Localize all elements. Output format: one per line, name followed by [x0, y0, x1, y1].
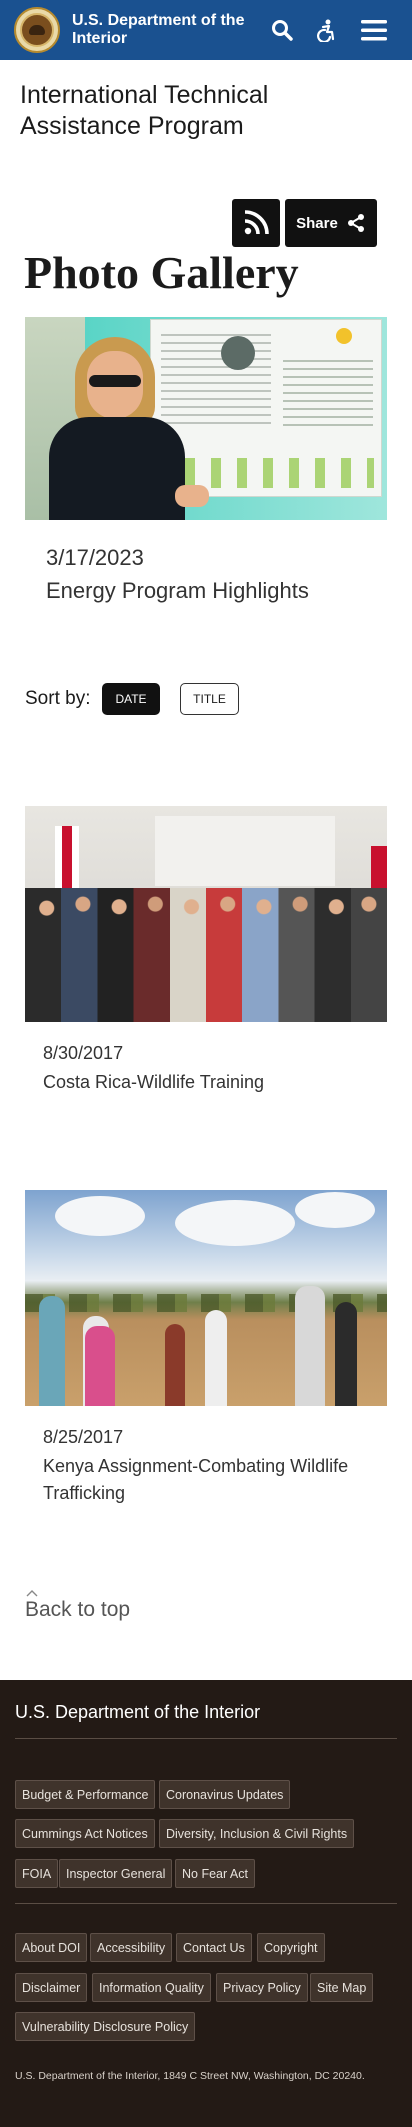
share-icon: [347, 214, 364, 232]
gallery-photo-costa-rica[interactable]: [25, 806, 387, 1022]
footer-link[interactable]: FOIA: [15, 1859, 59, 1888]
footer-link[interactable]: Information Quality: [92, 1973, 211, 2002]
footer-divider: [15, 1738, 397, 1739]
footer-link[interactable]: About DOI: [15, 1933, 88, 1962]
page-title: Photo Gallery: [24, 247, 299, 298]
site-title[interactable]: International Technical Assistance Progr…: [20, 80, 320, 142]
footer-link[interactable]: Site Map: [310, 1973, 374, 2002]
footer-link[interactable]: Inspector General: [59, 1859, 173, 1888]
footer-link[interactable]: Privacy Policy: [216, 1973, 308, 2002]
featured-date: 3/17/2023: [46, 545, 144, 570]
chevron-up-icon: [26, 1590, 38, 1597]
gallery-item-title-link[interactable]: Costa Rica-Wildlife Training: [43, 1069, 383, 1096]
footer-link[interactable]: Cummings Act Notices: [15, 1819, 155, 1848]
rss-icon: [244, 210, 269, 235]
footer-link[interactable]: Accessibility: [90, 1933, 173, 1962]
gallery-item-date: 8/30/2017: [43, 1043, 124, 1063]
featured-title-link[interactable]: Energy Program Highlights: [46, 578, 309, 604]
footer-link[interactable]: Budget & Performance: [15, 1780, 156, 1809]
footer-address: U.S. Department of the Interior, 1849 C …: [15, 2070, 365, 2082]
doi-seal-icon[interactable]: [14, 7, 60, 53]
search-icon[interactable]: [266, 14, 298, 46]
gallery-item-date: 8/25/2017: [43, 1427, 124, 1447]
footer-title[interactable]: U.S. Department of the Interior: [15, 1702, 260, 1723]
footer-link[interactable]: Vulnerability Disclosure Policy: [15, 2012, 196, 2041]
gallery-photo-kenya[interactable]: [25, 1190, 387, 1406]
agency-name[interactable]: U.S. Department of the Interior: [72, 12, 262, 48]
featured-photo[interactable]: [25, 317, 387, 520]
share-button[interactable]: Share: [285, 199, 377, 247]
sort-label: Sort by:: [25, 688, 91, 709]
sort-by-title-button[interactable]: TITLE: [180, 683, 239, 715]
share-label: Share: [296, 214, 338, 232]
footer-link[interactable]: Diversity, Inclusion & Civil Rights: [159, 1819, 355, 1848]
hamburger-menu-icon[interactable]: [358, 14, 390, 46]
footer-link[interactable]: Disclaimer: [15, 1973, 88, 2002]
gallery-item-title-link[interactable]: Kenya Assignment-Combating Wildlife Traf…: [43, 1453, 383, 1507]
footer-link[interactable]: No Fear Act: [175, 1859, 255, 1888]
site-header: U.S. Department of the Interior: [0, 0, 412, 60]
footer-link[interactable]: Coronavirus Updates: [159, 1780, 291, 1809]
footer-link[interactable]: Copyright: [257, 1933, 325, 1962]
footer-divider: [15, 1903, 397, 1904]
rss-feed-button[interactable]: [232, 199, 280, 247]
site-footer: U.S. Department of the Interior Budget &…: [0, 1680, 412, 2127]
sort-by-date-button[interactable]: DATE: [102, 683, 160, 715]
footer-link[interactable]: Contact Us: [176, 1933, 252, 1962]
back-to-top-link[interactable]: Back to top: [25, 1598, 130, 1622]
accessibility-icon[interactable]: [310, 14, 342, 46]
